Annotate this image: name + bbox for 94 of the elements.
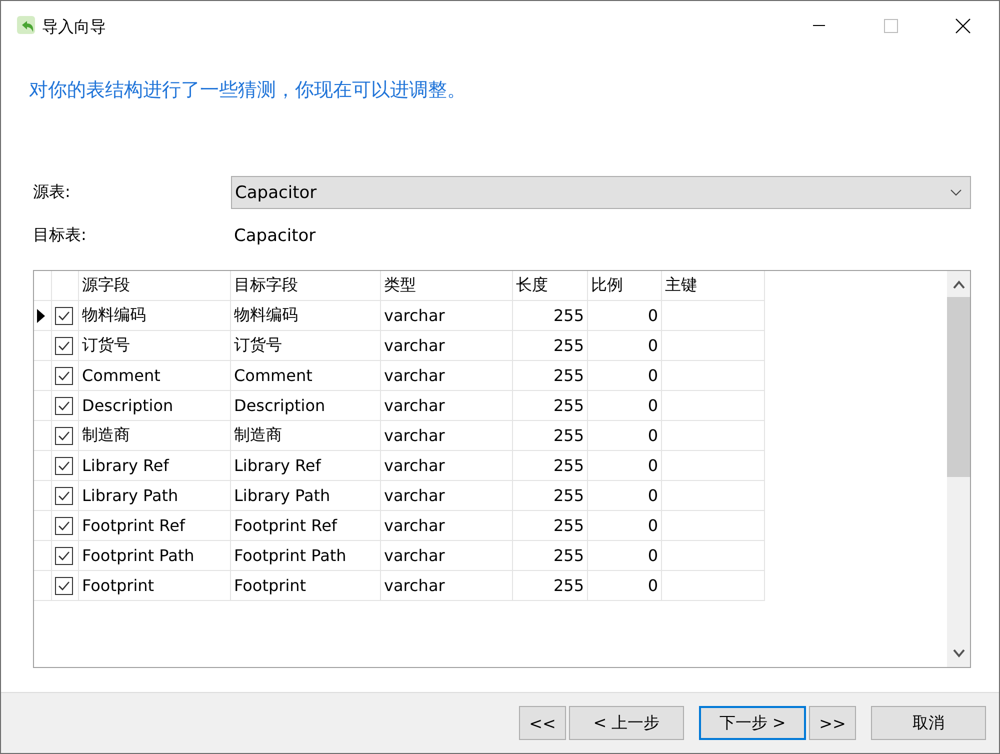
table-cell: 订货号 (79, 331, 231, 361)
table-cell: Footprint Path (79, 541, 231, 571)
app-icon (16, 15, 38, 37)
wizard-button[interactable]: << (519, 706, 566, 740)
table-cell: 物料编码 (231, 301, 381, 331)
table-cell: 0 (588, 541, 662, 571)
checkmark-icon (58, 370, 70, 380)
table-cell: varchar (381, 331, 513, 361)
column-header[interactable]: 目标字段 (231, 271, 381, 301)
table-cell: varchar (381, 391, 513, 421)
checkmark-icon (58, 580, 70, 590)
close-icon (955, 18, 971, 34)
table-cell: 制造商 (231, 421, 381, 451)
checkmark-icon (58, 430, 70, 440)
table-cell: 255 (513, 481, 588, 511)
table-cell: Footprint Ref (79, 511, 231, 541)
table-cell: 255 (513, 571, 588, 601)
table-cell: 0 (588, 481, 662, 511)
table-cell: Library Path (231, 481, 381, 511)
chevron-down-icon (950, 189, 962, 196)
checkbox[interactable] (55, 576, 73, 594)
checkbox[interactable] (55, 456, 73, 474)
checkmark-icon (58, 490, 70, 500)
table-cell: 0 (588, 451, 662, 481)
checkbox[interactable] (55, 366, 73, 384)
checkbox[interactable] (55, 426, 73, 444)
maximize-icon (884, 19, 898, 33)
checkmark-icon (58, 340, 70, 350)
table-cell: 0 (588, 331, 662, 361)
table-cell: Library Ref (79, 451, 231, 481)
checkbox[interactable] (55, 546, 73, 564)
checkmark-icon (58, 460, 70, 470)
table-cell: 物料编码 (79, 301, 231, 331)
table-cell: 255 (513, 391, 588, 421)
table-cell: Footprint (79, 571, 231, 601)
checkbox[interactable] (55, 516, 73, 534)
table-cell: Comment (79, 361, 231, 391)
instruction-text: 对你的表结构进行了一些猜测，你现在可以进调整。 (29, 79, 466, 101)
table-cell: Footprint (231, 571, 381, 601)
wizard-button[interactable]: 下一步 > (699, 706, 806, 740)
wizard-button[interactable]: < 上一步 (569, 706, 684, 740)
table-cell: Description (231, 391, 381, 421)
target-table-label: 目标表: (33, 225, 88, 246)
table-cell: Library Path (79, 481, 231, 511)
table-cell: varchar (381, 421, 513, 451)
table-cell: Footprint Path (231, 541, 381, 571)
table-cell: 0 (588, 421, 662, 451)
table-cell: varchar (381, 511, 513, 541)
checkmark-icon (58, 550, 70, 560)
minimize-icon (813, 25, 825, 27)
source-table-label: 源表: (33, 182, 72, 203)
table-cell: 0 (588, 391, 662, 421)
table-cell: 0 (588, 511, 662, 541)
column-header[interactable]: 长度 (513, 271, 588, 301)
vertical-scrollbar[interactable] (947, 271, 970, 667)
table-cell: 255 (513, 361, 588, 391)
checkmark-icon (58, 400, 70, 410)
column-header[interactable]: 主键 (662, 271, 765, 301)
table-cell: 0 (588, 301, 662, 331)
checkmark-icon (58, 310, 70, 320)
current-row-indicator-icon (37, 308, 45, 322)
column-header[interactable]: 类型 (381, 271, 513, 301)
table-cell: 255 (513, 541, 588, 571)
target-table-value: Capacitor (233, 226, 316, 246)
table-cell: Footprint Ref (231, 511, 381, 541)
table-cell: 255 (513, 511, 588, 541)
table-cell: Comment (231, 361, 381, 391)
checkbox[interactable] (55, 306, 73, 324)
source-table-dropdown[interactable]: Capacitor (231, 176, 971, 209)
wizard-button[interactable]: 取消 (871, 706, 986, 740)
wizard-button[interactable]: >> (809, 706, 856, 740)
table-cell: Description (79, 391, 231, 421)
table-cell: varchar (381, 301, 513, 331)
table-cell: varchar (381, 451, 513, 481)
table-cell: Library Ref (231, 451, 381, 481)
table-cell: 255 (513, 421, 588, 451)
checkbox[interactable] (55, 396, 73, 414)
table-cell: varchar (381, 571, 513, 601)
table-cell: varchar (381, 481, 513, 511)
checkbox[interactable] (55, 336, 73, 354)
table-cell: 制造商 (79, 421, 231, 451)
table-cell: 0 (588, 571, 662, 601)
checkmark-icon (58, 520, 70, 530)
table-cell: 255 (513, 331, 588, 361)
window-title: 导入向导 (42, 16, 107, 38)
column-header[interactable]: 源字段 (79, 271, 231, 301)
table-cell: 255 (513, 301, 588, 331)
table-cell: varchar (381, 541, 513, 571)
table-cell: 255 (513, 451, 588, 481)
table-cell: 订货号 (231, 331, 381, 361)
table-cell: varchar (381, 361, 513, 391)
table-cell: 0 (588, 361, 662, 391)
column-header[interactable]: 比例 (588, 271, 662, 301)
checkbox[interactable] (55, 486, 73, 504)
